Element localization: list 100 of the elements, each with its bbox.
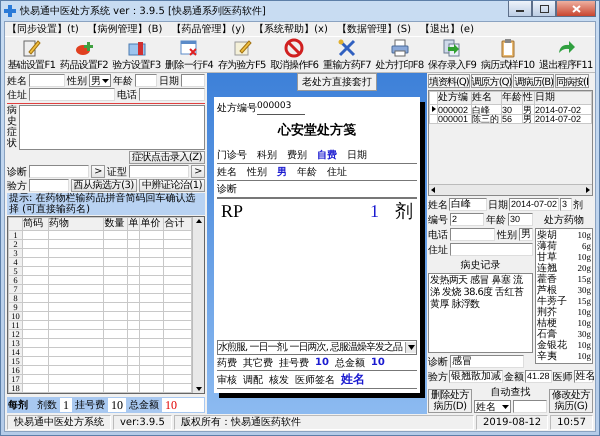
field-label: 日期 — [159, 74, 179, 88]
field-label: 其它费 — [243, 356, 273, 370]
toolbar-button[interactable]: 重输方药F7 — [320, 37, 374, 72]
input-field[interactable]: 41.28 — [525, 370, 552, 383]
input-field[interactable] — [29, 74, 65, 87]
column-header: 单价 — [140, 218, 164, 230]
search-field[interactable] — [513, 400, 547, 413]
input-field[interactable] — [181, 74, 205, 87]
tab[interactable]: 填资料(Q) — [428, 74, 470, 88]
menu-item[interactable]: 【药品管理】(y) — [171, 22, 246, 36]
scroll-up-icon[interactable] — [194, 217, 204, 225]
sex-dropdown[interactable]: 男 — [89, 74, 111, 87]
input-field[interactable]: 30 — [508, 213, 533, 226]
column-header: 日期 — [534, 92, 592, 104]
field-label: 处方编号 — [217, 102, 257, 115]
field-value: 10 — [370, 357, 385, 368]
toolbar-button[interactable]: 病历式样F10 — [478, 37, 537, 72]
tab[interactable]: 调病历(B) — [513, 74, 554, 88]
scrollbar[interactable] — [192, 217, 204, 393]
toolbar-button[interactable]: 验方设置F3 — [110, 37, 163, 72]
drug-name: 辛夷 — [537, 351, 557, 362]
toolbar-button[interactable]: 删除一行F4 — [162, 37, 216, 72]
toolbar-button[interactable]: 退出程序F11 — [536, 37, 596, 72]
input-field[interactable]: 银翘散加减 — [449, 370, 503, 383]
input-field[interactable] — [450, 243, 533, 256]
close-icon — [572, 4, 580, 12]
toolbar-button[interactable]: 基础设置F1 — [5, 37, 58, 72]
dropdown-arrow-icon[interactable] — [501, 402, 510, 410]
doses-field[interactable]: 1 — [60, 398, 72, 412]
drug-dose: 30g — [578, 329, 591, 340]
symptoms-box[interactable] — [19, 105, 205, 150]
menu-item[interactable]: 【数据管理】(S) — [336, 22, 412, 36]
toolbar-button[interactable]: 存为验方F5 — [215, 37, 268, 72]
template-print-button[interactable]: 老处方直接套打 — [297, 73, 377, 91]
field-label: 审核 — [217, 374, 237, 386]
fee-field[interactable]: 10 — [108, 398, 126, 412]
rp-mark: RP — [221, 201, 244, 222]
total-field[interactable]: 10 — [162, 398, 204, 412]
tcm-button[interactable]: 中辨证论治(1) — [138, 179, 205, 192]
edit-record-button[interactable]: 修改处方病历(G) — [549, 389, 593, 413]
field-label: 姓名 — [217, 166, 237, 179]
input-field[interactable]: 白峰 — [449, 198, 487, 211]
input-field[interactable] — [135, 74, 157, 87]
menu-item[interactable]: 【同步设置】(t) — [7, 22, 79, 36]
field-label: 验方 — [428, 370, 448, 384]
minimize-button[interactable] — [508, 1, 532, 17]
status-text: 版权所有：快易通医药软件 — [174, 415, 474, 430]
drug-dose: 30g — [578, 285, 591, 296]
maximize-button[interactable] — [532, 1, 556, 17]
delete-record-button[interactable]: 删除处方病历(D) — [428, 389, 472, 413]
toolbar-button[interactable]: 保存录入F9 — [426, 37, 478, 72]
input-field[interactable] — [29, 179, 69, 192]
tab[interactable]: 调原方(Q) — [470, 74, 512, 88]
drug-dose: 20g — [578, 263, 591, 274]
dropdown-arrow-icon[interactable] — [405, 342, 416, 353]
field-label: 性别 — [67, 74, 87, 88]
field-label: 药费 — [217, 356, 237, 370]
scroll-down-icon[interactable] — [194, 385, 204, 393]
app-icon — [4, 5, 16, 17]
input-field[interactable]: 姓名 — [574, 370, 593, 383]
menu-item[interactable]: 【系统帮助】(x) — [254, 22, 328, 36]
western-select-button[interactable]: 西从病选方(3) — [70, 179, 137, 192]
history-box[interactable]: 发热两天 感冒 鼻塞 流 涕 发烧 38.6度 舌红苔 黄厚 脉浮数 — [428, 273, 533, 353]
arrow-button[interactable]: > — [191, 165, 205, 178]
tab[interactable]: 同病按(I — [555, 74, 589, 88]
search-dropdown[interactable]: 姓名 — [474, 400, 511, 413]
input-field[interactable] — [129, 165, 190, 178]
scroll-right-icon[interactable] — [584, 186, 592, 194]
input-field[interactable] — [29, 88, 115, 101]
menu-item[interactable]: 【病例管理】(B) — [88, 22, 162, 36]
row-indicator[interactable] — [430, 104, 438, 114]
arrow-button[interactable]: > — [91, 165, 105, 178]
input-field[interactable]: 3 — [560, 198, 572, 211]
input-field[interactable] — [450, 228, 495, 241]
input-field[interactable]: 2014-07-02 — [509, 198, 560, 211]
field-label: 诊断 — [7, 166, 27, 178]
symptom-entry-button[interactable]: 症状点击录入(Z) — [128, 151, 205, 164]
field-label: 挂号费 — [279, 356, 309, 370]
toolbar-button[interactable]: 药品设置F2 — [58, 37, 110, 72]
field-label: 年龄 — [297, 166, 317, 179]
drug-dose: 10g — [578, 340, 591, 351]
input-field[interactable]: 感冒 — [450, 355, 524, 368]
field-label: 日期 — [347, 148, 367, 162]
input-field[interactable]: 2 — [450, 213, 484, 226]
input-field[interactable] — [139, 88, 205, 101]
usage-dropdown[interactable]: 水煎服, 一日一剂, 一日两次, 忌服温燥辛发之品 — [217, 340, 417, 355]
scroll-left-icon[interactable] — [429, 186, 437, 194]
toolbar-button[interactable]: 取消操作F6 — [268, 37, 321, 72]
dropdown-arrow-icon[interactable] — [101, 76, 110, 84]
toolbar-button[interactable]: 处方打印F8 — [373, 37, 426, 72]
menu-item[interactable]: 【退出】(e) — [420, 22, 474, 36]
column-header: 单 — [128, 218, 140, 230]
input-field[interactable] — [29, 165, 90, 178]
window-delete-icon — [179, 38, 200, 58]
scrollbar[interactable] — [429, 184, 592, 195]
column-header: 姓名 — [472, 92, 502, 104]
dose-unit: 剂 — [395, 200, 413, 223]
close-button[interactable] — [556, 1, 596, 17]
input-field[interactable]: 男 — [519, 228, 533, 241]
drug-name: 连翘 — [537, 263, 557, 274]
